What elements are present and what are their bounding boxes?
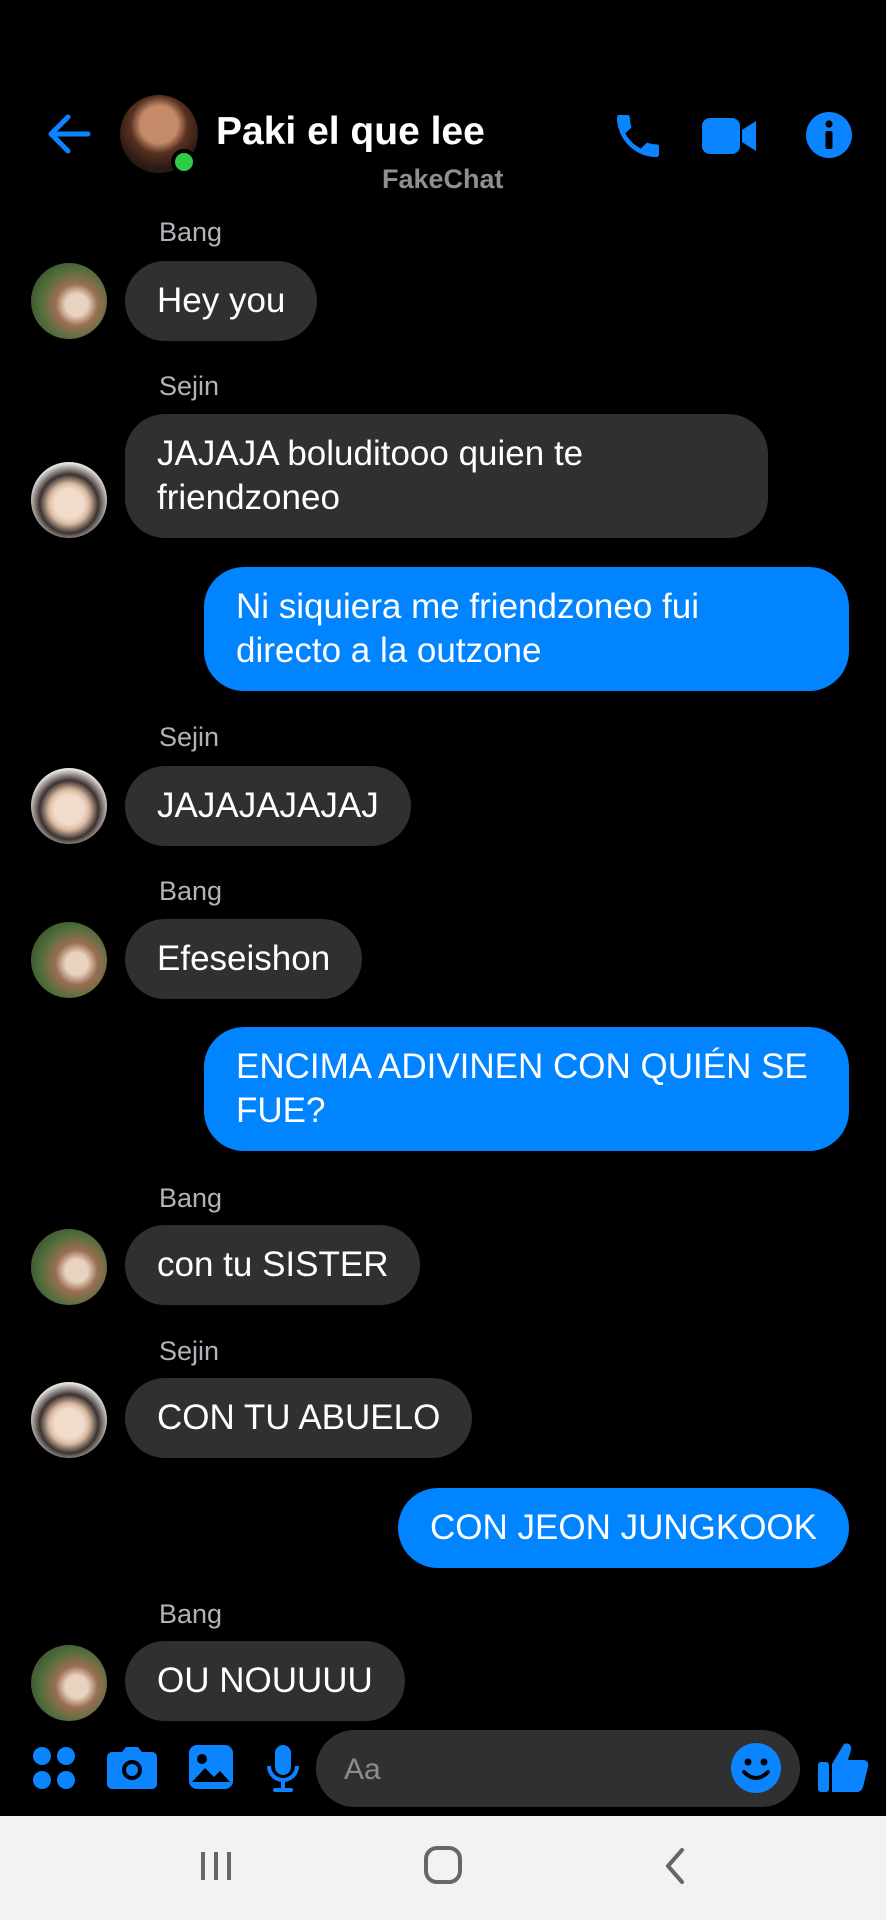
- sender-name: Bang: [159, 1599, 223, 1629]
- message-input-container: [316, 1730, 800, 1809]
- incoming-message[interactable]: JAJAJAJAJAJ: [125, 766, 411, 846]
- app-subtitle: FakeChat: [382, 164, 504, 194]
- info-icon[interactable]: [804, 110, 854, 160]
- sender-avatar-bang[interactable]: [31, 922, 107, 998]
- sender-avatar-bang[interactable]: [31, 1229, 107, 1305]
- message-input[interactable]: [342, 1730, 726, 1809]
- system-navigation-bar: [0, 1816, 886, 1920]
- outgoing-message[interactable]: Ni siquiera me friendzoneo fui directo a…: [204, 567, 849, 691]
- incoming-message[interactable]: OU NOUUUU: [125, 1641, 405, 1721]
- outgoing-message[interactable]: ENCIMA ADIVINEN CON QUIÉN SE FUE?: [204, 1027, 849, 1151]
- microphone-icon[interactable]: [266, 1744, 300, 1794]
- sender-name: Bang: [159, 876, 223, 906]
- image-icon[interactable]: [188, 1744, 234, 1790]
- back-nav-icon[interactable]: [658, 1846, 694, 1886]
- apps-grid-icon[interactable]: [31, 1745, 77, 1791]
- back-arrow-icon[interactable]: [44, 110, 92, 158]
- sender-name: Bang: [159, 217, 223, 247]
- outgoing-message[interactable]: CON JEON JUNGKOOK: [398, 1488, 849, 1568]
- camera-icon[interactable]: [106, 1746, 158, 1790]
- incoming-message[interactable]: JAJAJA boluditooo quien te friendzoneo: [125, 414, 768, 538]
- sender-avatar-sejin[interactable]: [31, 462, 107, 538]
- sender-avatar-sejin[interactable]: [31, 768, 107, 844]
- home-icon[interactable]: [422, 1844, 464, 1886]
- sender-name: Sejin: [159, 1336, 220, 1366]
- sender-name: Sejin: [159, 371, 220, 401]
- contact-name[interactable]: Paki el que lee: [216, 110, 485, 154]
- incoming-message[interactable]: CON TU ABUELO: [125, 1378, 473, 1458]
- sender-name: Sejin: [159, 722, 220, 752]
- incoming-message[interactable]: Efeseishon: [125, 919, 363, 999]
- sender-avatar-bang[interactable]: [31, 263, 107, 339]
- video-camera-icon[interactable]: [700, 112, 758, 160]
- sender-name: Bang: [159, 1183, 223, 1213]
- online-status-dot: [171, 149, 197, 175]
- thumbs-up-icon[interactable]: [816, 1740, 870, 1794]
- recent-apps-icon[interactable]: [196, 1846, 236, 1886]
- phone-icon[interactable]: [610, 108, 666, 164]
- incoming-message[interactable]: Hey you: [125, 261, 318, 341]
- emoji-icon[interactable]: [730, 1742, 782, 1794]
- sender-avatar-sejin[interactable]: [31, 1382, 107, 1458]
- sender-avatar-bang[interactable]: [31, 1645, 107, 1721]
- incoming-message[interactable]: con tu SISTER: [125, 1225, 421, 1305]
